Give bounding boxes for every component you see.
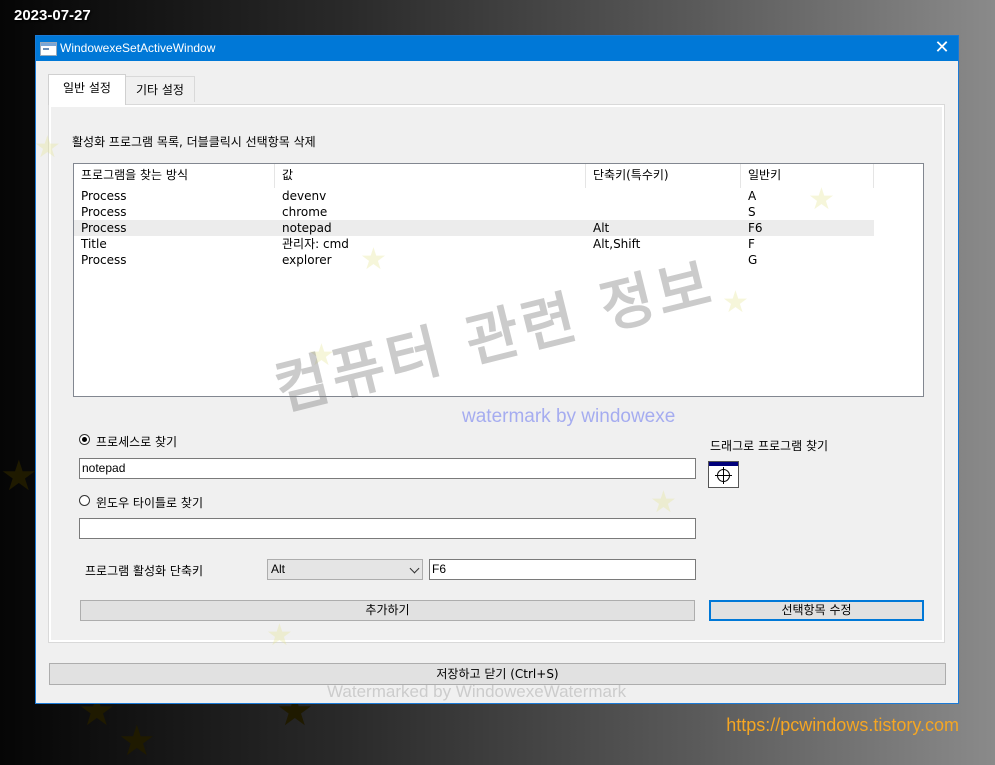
cell-value: 관리자: cmd [282, 237, 349, 251]
column-header-method[interactable]: 프로그램을 찾는 방식 [74, 164, 275, 188]
chevron-down-icon [409, 563, 420, 574]
column-header-modifier[interactable]: 단축키(특수키) [586, 164, 741, 188]
tab-general[interactable]: 일반 설정 [48, 74, 126, 105]
cell-key: G [748, 253, 758, 267]
cell-modifier [586, 204, 593, 220]
cell-method: Process [81, 189, 127, 203]
cell-method: Process [81, 253, 127, 267]
cell-method: Title [81, 237, 107, 251]
cell-key: F [748, 237, 755, 251]
radio-label: 윈도우 타이틀로 찾기 [96, 496, 203, 510]
modifier-select[interactable]: Alt [267, 559, 423, 580]
cell-key: A [748, 189, 757, 203]
save-and-close-button[interactable]: 저장하고 닫기 (Ctrl+S) [49, 663, 946, 685]
tab-other[interactable]: 기타 설정 [125, 76, 195, 102]
add-button[interactable]: 추가하기 [80, 600, 695, 621]
radio-label: 프로세스로 찾기 [96, 435, 178, 449]
table-row[interactable]: Process devenv A [74, 188, 874, 204]
cell-modifier [586, 252, 593, 268]
cell-value: chrome [282, 205, 328, 219]
cell-modifier: Alt,Shift [593, 237, 641, 251]
hotkey-label: 프로그램 활성화 단축키 [85, 564, 204, 578]
cell-key: S [748, 205, 756, 219]
key-input[interactable]: F6 [429, 559, 696, 580]
drag-finder-label: 드래그로 프로그램 찾기 [710, 439, 829, 453]
close-button[interactable]: ✕ [926, 36, 958, 61]
tab-panel-general: 활성화 프로그램 목록, 더블클릭시 선택항목 삭제 프로그램을 찾는 방식 값… [48, 104, 945, 643]
list-description: 활성화 프로그램 목록, 더블클릭시 선택항목 삭제 [72, 135, 316, 149]
cell-method: Process [81, 221, 127, 235]
process-name-input[interactable]: notepad [79, 458, 696, 479]
cell-modifier: Alt [593, 221, 610, 235]
modifier-select-value: Alt [271, 562, 286, 576]
table-row[interactable]: Process explorer G [74, 252, 874, 268]
column-header-key[interactable]: 일반키 [741, 164, 874, 188]
cell-value: notepad [282, 221, 332, 235]
table-row[interactable]: Process chrome S [74, 204, 874, 220]
date-stamp: 2023-07-27 [14, 7, 91, 24]
cell-key: F6 [748, 221, 763, 235]
cell-value: explorer [282, 253, 332, 267]
window-title: WindowexeSetActiveWindow [60, 41, 216, 55]
background-star-icon: ★ [118, 716, 156, 765]
crosshair-finder-icon[interactable] [708, 461, 739, 488]
column-header-value[interactable]: 값 [275, 164, 586, 188]
edit-selected-button[interactable]: 선택항목 수정 [709, 600, 924, 621]
site-url: https://pcwindows.tistory.com [726, 715, 959, 735]
title-bar[interactable]: WindowexeSetActiveWindow ✕ [36, 36, 958, 61]
background-star-icon: ★ [0, 451, 38, 500]
close-icon: ✕ [934, 37, 950, 58]
cell-modifier [586, 188, 593, 204]
app-icon [40, 42, 57, 56]
radio-button-checked[interactable] [79, 434, 90, 445]
radio-button-unchecked[interactable] [79, 495, 90, 506]
table-row[interactable]: Title 관리자: cmd Alt,Shift F [74, 236, 874, 252]
list-header: 프로그램을 찾는 방식 값 단축키(특수키) 일반키 [74, 164, 874, 188]
cell-method: Process [81, 205, 127, 219]
cell-value: devenv [282, 189, 327, 203]
app-window: WindowexeSetActiveWindow ✕ 일반 설정 기타 설정 활… [35, 35, 959, 704]
table-row-selected[interactable]: Process notepad Alt F6 [74, 220, 874, 236]
window-title-input[interactable] [79, 518, 696, 539]
program-list[interactable]: 프로그램을 찾는 방식 값 단축키(특수키) 일반키 Process deven… [73, 163, 924, 397]
